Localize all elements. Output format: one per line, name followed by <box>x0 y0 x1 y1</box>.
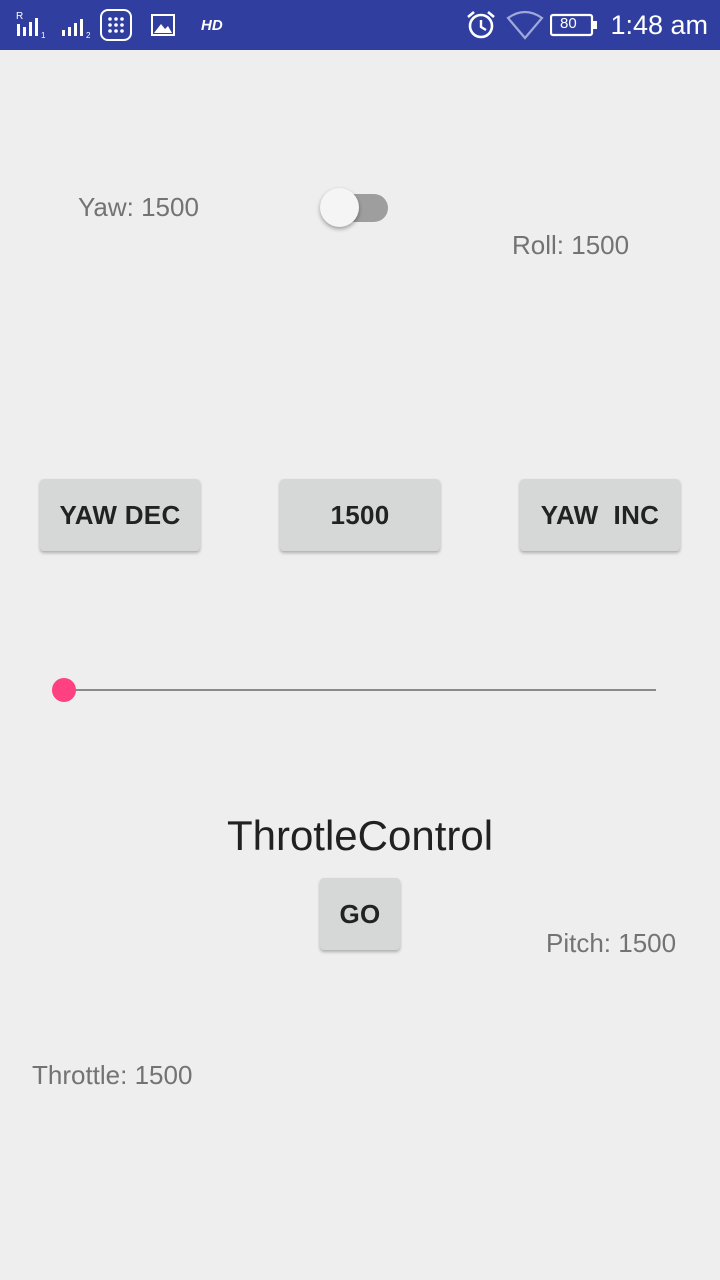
yaw-label: Yaw: 1500 <box>78 192 199 222</box>
center-value-button[interactable]: 1500 <box>280 479 440 551</box>
svg-text:2: 2 <box>86 31 91 40</box>
yaw-dec-button[interactable]: YAW DEC <box>40 479 200 551</box>
svg-text:R: R <box>16 11 23 22</box>
keypad-app-icon <box>99 0 133 50</box>
gallery-icon <box>150 0 178 50</box>
seekbar-thumb[interactable] <box>52 678 76 702</box>
yaw-inc-button[interactable]: YAW INC <box>520 479 680 551</box>
battery-level: 80 <box>560 15 577 32</box>
hd-icon: HD <box>201 16 223 34</box>
go-button[interactable]: GO <box>320 878 400 950</box>
page-title: ThrotleControl <box>226 812 494 859</box>
roll-label: Roll: 1500 <box>512 230 630 260</box>
pitch-label: Pitch: 1500 <box>546 928 677 958</box>
main-content: Yaw: 1500 Roll: 1500 YAW DEC 1500 YAW IN… <box>0 50 720 1280</box>
alarm-icon <box>465 0 497 50</box>
seekbar-track <box>64 689 656 691</box>
toggle-switch[interactable] <box>318 187 392 229</box>
throttle-label: Throttle: 1500 <box>32 1060 193 1090</box>
svg-text:1: 1 <box>41 31 46 40</box>
throttle-seekbar[interactable] <box>44 670 664 710</box>
signal-r1-icon: R 1 <box>14 0 50 50</box>
switch-thumb <box>320 188 359 227</box>
status-bar: R 1 2 HD 80 1:48 am <box>0 0 720 50</box>
signal-2-icon: 2 <box>60 0 94 50</box>
battery-icon: 80 <box>550 0 598 50</box>
clock: 1:48 am <box>610 9 708 40</box>
wifi-icon <box>506 0 544 50</box>
